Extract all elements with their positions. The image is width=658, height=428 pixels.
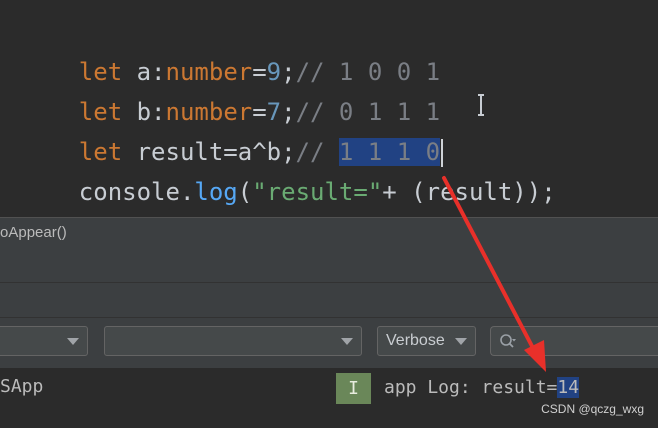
code-line-3[interactable]: let result=a^b;// 1 1 1 0 xyxy=(21,101,444,167)
log-app-name: SApp xyxy=(0,376,44,397)
paren: ( xyxy=(237,178,253,206)
log-level-select[interactable]: Verbose xyxy=(377,326,476,356)
chevron-down-icon xyxy=(455,338,467,345)
log-message-text: app Log: result= xyxy=(384,377,558,398)
log-search-input[interactable] xyxy=(490,326,658,356)
search-icon xyxy=(500,334,516,348)
expression: + (result)); xyxy=(382,178,556,206)
panel-toolbar-1 xyxy=(0,248,658,283)
function-name: log xyxy=(194,178,238,206)
panel-toolbar-2 xyxy=(0,283,658,318)
ibeam-cursor-icon xyxy=(478,94,484,116)
code-line-1[interactable]: let a:number=9;// 1 0 0 1 xyxy=(21,21,440,86)
log-level-badge: I xyxy=(336,373,371,404)
chevron-down-icon xyxy=(67,338,79,345)
logcat-output[interactable]: SApp I app Log: result=14 xyxy=(0,369,658,428)
code-line-2[interactable]: let b:number=7;// 0 1 1 1 xyxy=(21,61,440,126)
device-select[interactable] xyxy=(0,326,88,356)
logcat-filter-bar: Verbose xyxy=(0,318,658,368)
code-editor[interactable]: let a:number=9;// 1 0 0 1 let b:number=7… xyxy=(0,0,658,216)
log-level-value: Verbose xyxy=(386,332,445,349)
code-line-4[interactable]: console.log("result="+ (result)); xyxy=(21,141,556,206)
log-message[interactable]: app Log: result=14 xyxy=(384,373,580,403)
breadcrumb-item[interactable]: oAppear() xyxy=(0,224,67,241)
watermark: CSDN @qczg_wxg xyxy=(541,402,644,416)
chevron-down-icon xyxy=(341,338,353,345)
string-literal: "result=" xyxy=(252,178,383,206)
object-name: console xyxy=(78,178,180,206)
breadcrumb[interactable]: oAppear() xyxy=(0,217,658,249)
dot: . xyxy=(179,178,195,206)
process-select[interactable] xyxy=(104,326,362,356)
log-message-value: 14 xyxy=(557,377,580,398)
